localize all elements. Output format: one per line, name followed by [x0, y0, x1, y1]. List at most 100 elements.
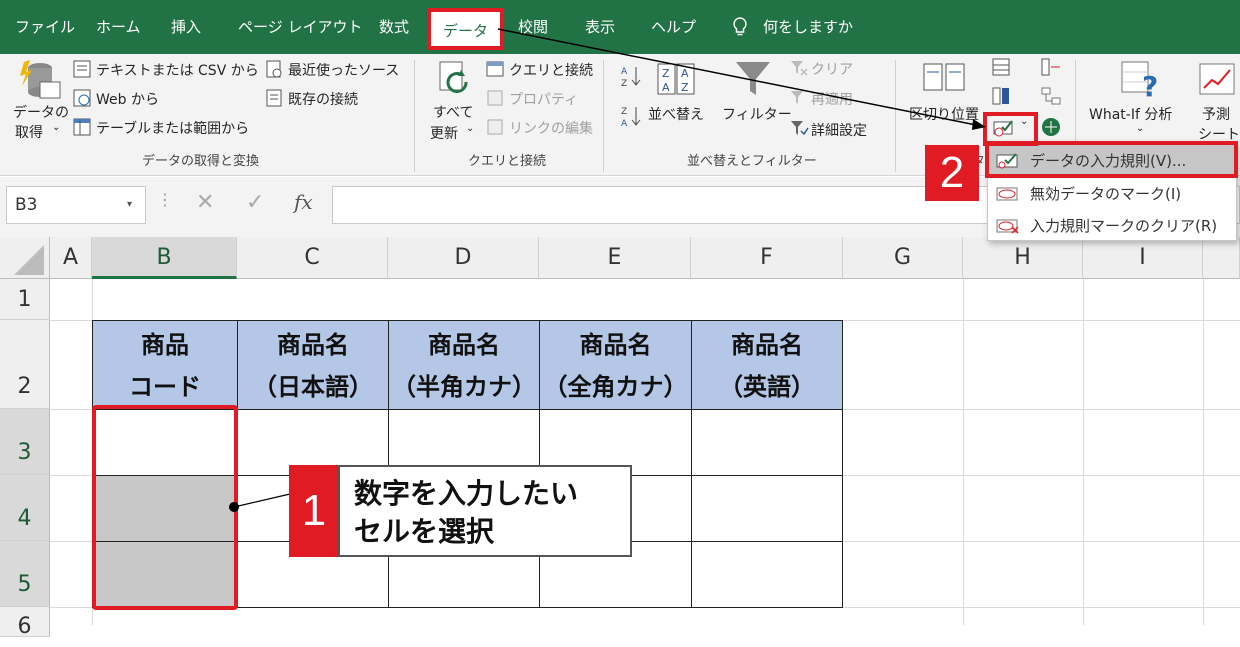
menu-item-label: 入力規則マークのクリア(R) — [1030, 217, 1218, 235]
column-header-b[interactable]: B — [92, 237, 237, 279]
select-all-button[interactable] — [0, 237, 50, 279]
column-header-i[interactable]: I — [1083, 237, 1203, 279]
callout-line-1: 数字を入力したい — [354, 477, 579, 510]
table-header-name-halfwidth-kana[interactable]: 商品名 （半角カナ） — [388, 320, 540, 410]
header-line-1: 商品名 — [731, 331, 803, 359]
svg-text:A: A — [662, 81, 670, 94]
column-header-next[interactable] — [1203, 237, 1240, 279]
forecast-sheet-icon — [1199, 63, 1235, 95]
clear-circles-icon — [996, 219, 1019, 234]
step-2-badge: 2 — [925, 145, 979, 201]
header-line-1: 商品 — [141, 331, 189, 359]
what-if-icon: ? — [1121, 61, 1158, 100]
svg-text:Z: Z — [621, 107, 627, 117]
text-to-columns-icon — [923, 63, 965, 91]
cell-f4[interactable] — [691, 475, 843, 542]
tab-help[interactable]: ヘルプ — [651, 0, 696, 54]
recent-sources-icon — [266, 60, 282, 78]
column-header-a[interactable]: A — [50, 237, 92, 279]
from-web-button[interactable]: Web から — [96, 89, 159, 109]
menu-item-circle-invalid[interactable]: 無効データのマーク(I) — [988, 178, 1236, 210]
tab-formulas[interactable]: 数式 — [379, 0, 409, 54]
forecast-sheet-button[interactable]: 予測 — [1202, 104, 1230, 124]
edit-links-button[interactable]: リンクの編集 — [509, 118, 593, 138]
column-header-f[interactable]: F — [691, 237, 843, 279]
gridline — [963, 279, 964, 625]
enter-icon[interactable]: ✓ — [246, 190, 264, 215]
row-header-1[interactable]: 1 — [0, 279, 50, 320]
from-table-button[interactable]: テーブルまたは範囲から — [96, 118, 249, 138]
existing-connections-icon — [266, 89, 282, 107]
header-line-1: 商品名 — [277, 331, 349, 359]
row-header-6[interactable]: 6 — [0, 607, 50, 639]
chevron-down-icon: ⌄ — [52, 122, 61, 133]
tab-view[interactable]: 表示 — [585, 0, 615, 54]
insert-function-button[interactable]: fx — [294, 190, 313, 214]
sort-az-icon: AZ — [621, 67, 641, 88]
what-if-button[interactable]: What-If 分析 — [1089, 104, 1172, 124]
table-header-name-fullwidth-kana[interactable]: 商品名 （全角カナ） — [539, 320, 692, 410]
tab-page-layout[interactable]: ページ レイアウト — [238, 0, 362, 54]
existing-connections-button[interactable]: 既存の接続 — [288, 89, 358, 109]
svg-text:Z: Z — [662, 67, 670, 80]
column-header-d[interactable]: D — [388, 237, 539, 279]
properties-icon — [487, 90, 503, 106]
tab-insert[interactable]: 挿入 — [171, 0, 201, 54]
clear-filter-icon — [791, 61, 808, 76]
advanced-button[interactable]: 詳細設定 — [811, 120, 867, 140]
column-header-e[interactable]: E — [539, 237, 691, 279]
reapply-button[interactable]: 再適用 — [811, 89, 853, 109]
cell-f3[interactable] — [691, 409, 843, 476]
cell-f5[interactable] — [691, 541, 843, 608]
chevron-down-icon: ⌄ — [466, 123, 475, 134]
svg-text:Z: Z — [681, 81, 689, 94]
remove-duplicates-icon — [992, 87, 1009, 105]
group-separator — [603, 60, 604, 172]
text-to-columns-button[interactable]: 区切り位置 — [909, 104, 979, 124]
menu-item-clear-circles[interactable]: 入力規則マークのクリア(R) — [988, 210, 1236, 242]
table-header-name-english[interactable]: 商品名 （英語） — [691, 320, 843, 410]
column-header-h[interactable]: H — [963, 237, 1083, 279]
row-header-3[interactable]: 3 — [0, 409, 50, 475]
row-header-2[interactable]: 2 — [0, 320, 50, 409]
tab-home[interactable]: ホーム — [96, 0, 141, 54]
filter-button[interactable]: フィルター — [722, 104, 792, 124]
queries-connections-button[interactable]: クエリと接続 — [509, 60, 593, 80]
get-data-label-2: 取得 — [15, 125, 43, 141]
name-box[interactable]: B3 ▾ — [6, 186, 146, 224]
from-text-csv-button[interactable]: テキストまたは CSV から — [96, 60, 259, 80]
filter-icon — [736, 62, 770, 95]
name-box-value: B3 — [15, 195, 38, 215]
group-label-sort-filter: 並べ替えとフィルター — [687, 154, 817, 169]
callout-line-2: セルを選択 — [354, 515, 495, 548]
header-line-1: 商品名 — [579, 331, 652, 359]
circle-invalid-icon — [996, 187, 1018, 201]
svg-text:Z: Z — [621, 79, 627, 88]
gridline — [1203, 279, 1204, 625]
clear-button[interactable]: クリア — [811, 59, 853, 79]
drag-handle-icon[interactable]: ⋮ — [157, 190, 173, 209]
tab-file[interactable]: ファイル — [15, 0, 75, 54]
data-model-icon — [1042, 118, 1060, 136]
refresh-all-button[interactable]: すべて — [433, 102, 473, 122]
table-header-name-japanese[interactable]: 商品名 （日本語） — [237, 320, 389, 410]
row-header-5[interactable]: 5 — [0, 541, 50, 607]
ribbon-tab-bar: ファイル ホーム 挿入 ページ レイアウト 数式 データ 校閲 表示 ヘルプ 何… — [0, 0, 1240, 54]
cancel-icon[interactable]: ✕ — [196, 190, 214, 215]
header-line-2: （全角カナ） — [543, 373, 688, 401]
group-label-queries: クエリと接続 — [468, 154, 547, 169]
sort-button[interactable]: 並べ替え — [648, 104, 704, 124]
row-header-4[interactable]: 4 — [0, 475, 50, 541]
column-header-g[interactable]: G — [843, 237, 963, 279]
column-header-c[interactable]: C — [237, 237, 388, 279]
refresh-all-icon — [439, 61, 468, 93]
table-header-product-code[interactable]: 商品 コード — [92, 320, 238, 410]
tell-me-search[interactable]: 何をしますか — [763, 0, 853, 54]
recent-sources-button[interactable]: 最近使ったソース — [288, 60, 399, 80]
group-separator — [414, 60, 415, 172]
get-data-button[interactable]: データの — [13, 102, 69, 122]
tab-data[interactable]: データ — [427, 8, 505, 50]
properties-button[interactable]: プロパティ — [509, 89, 578, 109]
tab-review[interactable]: 校閲 — [518, 0, 548, 54]
header-line-2: （英語） — [719, 373, 815, 401]
